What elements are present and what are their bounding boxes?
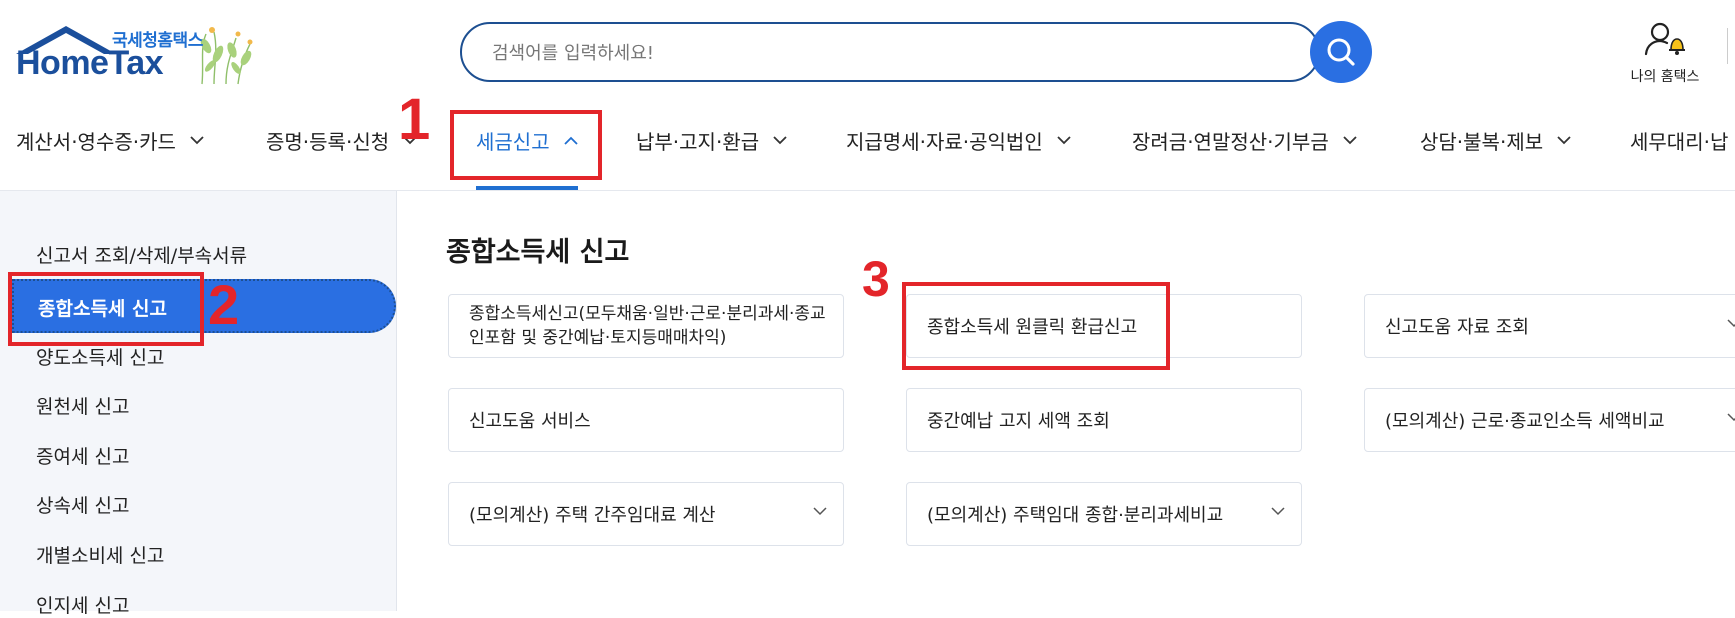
search-box	[460, 22, 1320, 82]
search-icon	[1327, 38, 1355, 66]
chevron-down-icon	[1271, 507, 1285, 516]
gnb-item-label: 증명·등록·신청	[266, 130, 390, 154]
gnb-item-label: 납부·고지·환급	[636, 130, 760, 154]
main-navigation: 계산서·영수증·카드 증명·등록·신청 세금신고 납부·고지·환급 지급명세·자…	[0, 108, 1735, 190]
annotation-box-3	[902, 282, 1170, 370]
sidebar-item-return-inquiry[interactable]: 신고서 조회/삭제/부속서류	[36, 241, 247, 268]
menu-card-simulation-labor-income[interactable]: (모의계산) 근로·종교인소득 세액비교	[1364, 388, 1735, 452]
my-hometax-button[interactable]: 나의 홈택스	[1610, 20, 1720, 86]
search-button[interactable]	[1310, 21, 1372, 83]
chevron-down-icon	[1343, 136, 1357, 145]
chevron-down-icon	[1557, 136, 1571, 145]
annotation-number-1: 1	[398, 87, 431, 152]
chevron-down-icon	[1727, 413, 1735, 422]
sidebar-item-stamp-tax[interactable]: 인지세 신고	[36, 591, 129, 618]
gnb-item-label: 상담·불복·제보	[1420, 130, 1544, 154]
gnb-item-payment[interactable]: 납부·고지·환급	[636, 126, 787, 155]
gnb-item-incentive[interactable]: 장려금·연말정산·기부금	[1132, 126, 1357, 155]
sidebar-item-gift-tax[interactable]: 증여세 신고	[36, 442, 129, 469]
header: 국세청홈택스 HomeTax 나의 홈택스	[0, 0, 1735, 100]
hometax-logo[interactable]: 국세청홈택스 HomeTax	[16, 24, 286, 88]
annotation-box-2	[8, 272, 204, 346]
chevron-down-icon	[1057, 136, 1071, 145]
chevron-down-icon	[1727, 319, 1735, 328]
sidebar-item-excise-tax[interactable]: 개별소비세 신고	[36, 541, 164, 568]
gnb-item-tax-agent[interactable]: 세무대리·납	[1630, 126, 1728, 155]
card-label: (모의계산) 주택임대 종합·분리과세비교	[927, 505, 1224, 526]
search-bar	[460, 21, 1372, 83]
page-title: 종합소득세 신고	[446, 237, 630, 268]
gnb-item-certificate[interactable]: 증명·등록·신청	[266, 126, 417, 155]
annotation-box-1	[450, 110, 602, 180]
menu-card-simulation-deemed-rent[interactable]: (모의계산) 주택 간주임대료 계산	[448, 482, 844, 546]
chevron-down-icon	[190, 136, 204, 145]
gnb-item-label: 세무대리·납	[1630, 130, 1729, 154]
menu-card-filing-help-service[interactable]: 신고도움 서비스	[448, 388, 844, 452]
gnb-item-payment-statement[interactable]: 지급명세·자료·공익법인	[846, 126, 1071, 155]
card-label: 신고도움 서비스	[469, 411, 591, 432]
annotation-number-3: 3	[862, 251, 890, 307]
gnb-item-invoice[interactable]: 계산서·영수증·카드	[16, 126, 204, 155]
chevron-down-icon	[773, 136, 787, 145]
sidebar-item-transfer-tax[interactable]: 양도소득세 신고	[36, 343, 164, 370]
gnb-item-label: 지급명세·자료·공익법인	[846, 130, 1043, 154]
card-label: (모의계산) 주택 간주임대료 계산	[469, 505, 716, 526]
annotation-number-2: 2	[208, 273, 240, 336]
sidebar-item-inheritance-tax[interactable]: 상속세 신고	[36, 491, 129, 518]
user-bell-icon	[1644, 22, 1685, 56]
menu-card-interim-prepayment[interactable]: 중간예납 고지 세액 조회	[906, 388, 1302, 452]
sidebar-item-withholding-tax[interactable]: 원천세 신고	[36, 392, 129, 419]
card-label: 중간예납 고지 세액 조회	[927, 411, 1110, 432]
menu-card-filing-help-data[interactable]: 신고도움 자료 조회	[1364, 294, 1735, 358]
chevron-down-icon	[813, 507, 827, 516]
menu-card-income-tax-filing[interactable]: 종합소득세신고(모두채움·일반·근로·분리과세·종교인포함 및 중간예납·토지등…	[448, 294, 844, 358]
card-label: (모의계산) 근로·종교인소득 세액비교	[1385, 411, 1665, 432]
logo-title: HomeTax	[16, 44, 164, 82]
menu-card-simulation-rental-comparison[interactable]: (모의계산) 주택임대 종합·분리과세비교	[906, 482, 1302, 546]
gnb-item-consultation[interactable]: 상담·불복·제보	[1420, 126, 1571, 155]
sidebar: 신고서 조회/삭제/부속서류 종합소득세 신고 양도소득세 신고 원천세 신고 …	[0, 191, 397, 617]
my-hometax-label: 나의 홈택스	[1630, 69, 1700, 85]
gnb-item-label: 계산서·영수증·카드	[16, 130, 176, 154]
gnb-item-label: 장려금·연말정산·기부금	[1132, 130, 1329, 154]
divider	[1727, 28, 1728, 64]
search-input[interactable]	[490, 24, 1234, 82]
card-label: 종합소득세신고(모두채움·일반·근로·분리과세·종교인포함 및 중간예납·토지등…	[469, 304, 826, 348]
card-label: 신고도움 자료 조회	[1385, 317, 1529, 338]
